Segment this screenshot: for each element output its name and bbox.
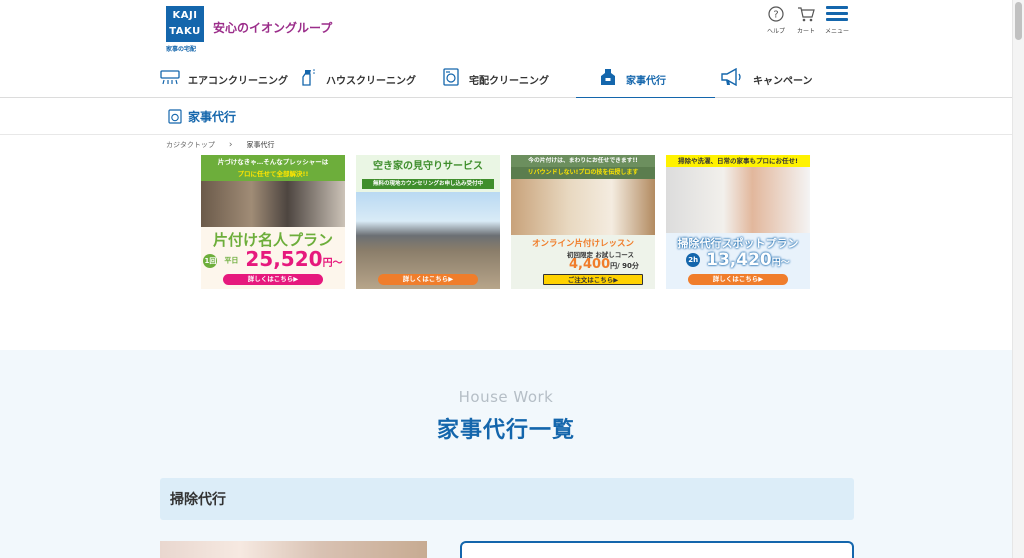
spray-bottle-icon xyxy=(298,68,318,90)
banner-title: オンライン片付けレッスン xyxy=(531,239,634,249)
banner-price: 25,520 xyxy=(245,247,323,271)
air-conditioner-icon xyxy=(160,69,180,89)
banner-details-button[interactable]: 詳しくはこちら▶ xyxy=(223,274,323,285)
nav-label: エアコンクリーニング xyxy=(188,75,288,87)
banner-duration: / 90分 xyxy=(617,262,639,270)
nav-aircon-cleaning[interactable]: エアコンクリーニング xyxy=(160,60,298,98)
cart-label: カート xyxy=(796,28,815,35)
banner-price: 13,420 xyxy=(706,250,772,270)
category-title: 掃除代行 xyxy=(170,492,226,508)
nav-delivery-cleaning[interactable]: 宅配クリーニング xyxy=(441,60,576,98)
page: KAJI TAKU 家事の宅配 安心のイオングループ ? ヘルプ カート メニュ… xyxy=(0,0,1012,558)
service-card-photo[interactable] xyxy=(160,541,427,558)
banner-price: 4,400 xyxy=(569,257,611,272)
section-jp-title: 家事代行一覧 xyxy=(436,418,575,443)
nav-housework[interactable]: 家事代行 xyxy=(576,60,715,99)
menu-button[interactable]: メニュー xyxy=(821,6,853,35)
banner-tidying-plan[interactable]: 片づけなきゃ…そんなプレッシャーは プロに任せて全部解決!! 片付け名人プラン … xyxy=(201,155,345,289)
section-title-bar: 家事代行 xyxy=(0,98,1012,135)
category-header: 掃除代行 xyxy=(160,478,854,520)
banner-vacant-house[interactable]: 空き家の見守りサービス 無料の現地カウンセリングお申し込み受付中 詳しくはこちら… xyxy=(356,155,500,289)
banner-order-button[interactable]: ご注文はこちら▶ xyxy=(543,274,643,285)
washing-machine-icon xyxy=(441,68,461,90)
scrollbar-thumb[interactable] xyxy=(1015,2,1022,40)
tagline: 安心のイオングループ xyxy=(213,21,333,35)
housework-list-section: House Work 家事代行一覧 掃除代行 xyxy=(0,350,1012,558)
section-title: 家事代行 xyxy=(188,110,237,124)
banner-price-unit: 円〜 xyxy=(771,258,790,268)
breadcrumb-home-link[interactable]: カジタクトップ xyxy=(166,140,215,150)
banner-caption: 掃除や洗濯、日常の家事もプロにお任せ! xyxy=(666,155,810,167)
scrollbar[interactable] xyxy=(1012,0,1024,558)
banner-subcaption: リバウンドしない!プロの技を伝授します xyxy=(511,167,655,179)
banner-caption: 今の片付けは、まわりにお任せできます!! xyxy=(511,155,655,167)
site-header: KAJI TAKU 家事の宅配 安心のイオングループ ? ヘルプ カート メニュ… xyxy=(0,0,1012,99)
service-card[interactable] xyxy=(460,541,854,558)
banner-photo xyxy=(666,167,810,233)
breadcrumb-current: 家事代行 xyxy=(246,141,275,149)
nav-label: キャンペーン xyxy=(753,75,813,87)
banner-details-button[interactable]: 詳しくはこちら▶ xyxy=(688,274,788,285)
banner-row: 片づけなきゃ…そんなプレッシャーは プロに任せて全部解決!! 片付け名人プラン … xyxy=(201,155,810,289)
banner-badge: 2h xyxy=(686,253,701,267)
banner-caption: 片づけなきゃ…そんなプレッシャーは xyxy=(217,158,329,166)
banner-photo xyxy=(511,179,655,235)
main-nav: エアコンクリーニング ハウスクリーニング 宅配クリーニング 家事代行 キャンペー… xyxy=(160,60,850,99)
breadcrumb: カジタクトップ › 家事代行 xyxy=(166,140,274,150)
banner-spot-cleaning[interactable]: 掃除や洗濯、日常の家事もプロにお任せ! 掃除代行スポットプラン 2h 13,42… xyxy=(666,155,810,289)
logo-line2: TAKU xyxy=(169,26,201,37)
banner-online-lesson[interactable]: 今の片付けは、まわりにお任せできます!! リバウンドしない!プロの技を伝授します… xyxy=(511,155,655,289)
banner-price-unit: 円〜 xyxy=(322,258,343,269)
help-icon: ? xyxy=(760,6,792,24)
hamburger-menu-icon xyxy=(821,6,853,24)
logo[interactable]: KAJI TAKU xyxy=(166,6,204,42)
apron-icon xyxy=(598,68,618,90)
banner-details-button[interactable]: 詳しくはこちら▶ xyxy=(378,274,478,285)
nav-label: 家事代行 xyxy=(626,75,666,87)
help-button[interactable]: ? ヘルプ xyxy=(760,6,792,35)
nav-campaign[interactable]: キャンペーン xyxy=(715,60,850,98)
banner-badge: 1回 xyxy=(203,253,218,268)
section-en-title: House Work xyxy=(458,388,554,406)
banner-title: 掃除代行スポットプラン xyxy=(677,237,799,250)
logo-subtitle: 家事の宅配 xyxy=(166,46,197,53)
banner-price-prefix: 平日 xyxy=(224,256,239,265)
banner-caption-2: プロに任せて全部解決!! xyxy=(237,170,309,178)
nav-label: ハウスクリーニング xyxy=(326,75,416,87)
banner-caption: 空き家の見守りサービス xyxy=(356,155,500,177)
megaphone-icon xyxy=(719,67,745,90)
chevron-right-icon: › xyxy=(228,140,233,150)
cart-icon xyxy=(790,6,822,24)
banner-subcaption: 無料の現地カウンセリングお申し込み受付中 xyxy=(362,179,494,189)
cart-button[interactable]: カート xyxy=(790,6,822,35)
svg-text:?: ? xyxy=(773,10,778,21)
washing-machine-icon xyxy=(168,109,182,128)
banner-photo xyxy=(201,181,345,227)
nav-house-cleaning[interactable]: ハウスクリーニング xyxy=(298,60,441,98)
menu-label: メニュー xyxy=(824,28,849,35)
nav-label: 宅配クリーニング xyxy=(469,75,549,87)
help-label: ヘルプ xyxy=(766,28,785,35)
logo-line1: KAJI xyxy=(172,10,198,21)
